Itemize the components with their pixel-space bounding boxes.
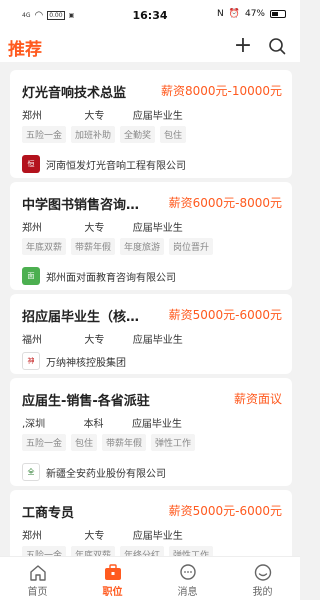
company-name: 新疆全安药业股份有限公司 xyxy=(46,468,166,480)
job-title: 灯光音响技术总监 xyxy=(22,86,127,101)
salary: 薪资5000元-6000元 xyxy=(168,308,282,322)
job-card[interactable]: 应届生-销售-各省派驻 薪资面议 ,深圳 本科 应届毕业生 五险一金 包住 带薪… xyxy=(10,378,292,486)
company-logo: 面 xyxy=(22,267,40,285)
education: 本科 xyxy=(83,419,104,430)
tab-label: 首页 xyxy=(27,587,48,598)
job-list: 灯光音响技术总监 薪资8000元-10000元 郑州 大专 应届毕业生 五险一金… xyxy=(0,64,300,556)
benefit-tag: 弹性工作 xyxy=(169,546,214,556)
benefit-tag: 岗位晋升 xyxy=(169,238,214,255)
benefit-tag: 年底双薪 xyxy=(22,238,67,255)
benefit-tag: 弹性工作 xyxy=(151,434,196,451)
profile-icon xyxy=(253,563,273,581)
benefit-tag: 年度旅游 xyxy=(120,238,165,255)
job-title: 招应届毕业生（核… xyxy=(22,310,140,325)
benefit-tag: 包住 xyxy=(160,126,187,143)
salary: 薪资5000元-6000元 xyxy=(168,504,282,518)
tab-label: 消息 xyxy=(177,587,198,598)
tab-label: 我的 xyxy=(252,587,273,598)
company-logo: 神 xyxy=(22,352,40,370)
education: 大专 xyxy=(84,111,105,122)
salary: 薪资6000元-8000元 xyxy=(168,196,282,210)
experience: 应届毕业生 xyxy=(132,531,183,542)
battery-label: 47% xyxy=(244,9,265,19)
job-card[interactable]: 中学图书销售咨询… 薪资6000元-8000元 郑州 大专 应届毕业生 年底双薪… xyxy=(10,182,292,290)
job-title: 中学图书销售咨询… xyxy=(22,198,140,213)
benefit-tag: 五险一金 xyxy=(22,126,67,143)
status-right: N ⏰ 47% xyxy=(217,9,286,19)
benefit-tag: 带薪年假 xyxy=(102,434,147,451)
company-row: 神 万纳神核控股集团 xyxy=(22,352,126,370)
tag-list: 五险一金 加班补助 全勤奖 包住 xyxy=(22,126,187,143)
search-icon[interactable] xyxy=(266,35,288,57)
job-meta: 福州 大专 应届毕业生 xyxy=(22,331,183,346)
salary: 薪资面议 xyxy=(233,392,282,406)
company-row: 全 新疆全安药业股份有限公司 xyxy=(22,463,166,481)
company-logo: 恒 xyxy=(22,155,40,173)
page-title: 推荐 xyxy=(8,40,42,60)
benefit-tag: 年底双薪 xyxy=(71,546,116,556)
job-meta: 郑州 大专 应届毕业生 xyxy=(22,527,183,542)
company-row: 面 郑州面对面教育咨询有限公司 xyxy=(22,267,176,285)
job-meta: ,深圳 本科 应届毕业生 xyxy=(22,415,182,430)
location: 郑州 xyxy=(22,223,42,234)
job-meta: 郑州 大专 应届毕业生 xyxy=(22,107,183,122)
job-meta: 郑州 大专 应届毕业生 xyxy=(22,219,183,234)
top-bar: 推荐 + xyxy=(0,32,300,62)
tab-home[interactable]: 首页 xyxy=(0,557,75,600)
salary: 薪资8000元-10000元 xyxy=(160,84,282,98)
tag-list: 五险一金 包住 带薪年假 弹性工作 xyxy=(22,434,196,451)
benefit-tag: 全勤奖 xyxy=(120,126,156,143)
company-row: 恒 河南恒发灯光音响工程有限公司 xyxy=(22,155,186,173)
tab-jobs[interactable]: 职位 xyxy=(75,557,150,600)
plus-icon[interactable]: + xyxy=(232,35,254,57)
alarm-icon: ⏰ xyxy=(228,9,240,19)
job-title: 工商专员 xyxy=(22,506,75,521)
location: 福州 xyxy=(22,335,42,346)
location: ,深圳 xyxy=(22,419,46,430)
tab-messages[interactable]: 消息 xyxy=(150,557,225,600)
tab-profile[interactable]: 我的 xyxy=(225,557,300,600)
benefit-tag: 加班补助 xyxy=(71,126,116,143)
benefit-tag: 包住 xyxy=(71,434,98,451)
tab-label: 职位 xyxy=(102,587,123,598)
job-title: 应届生-销售-各省派驻 xyxy=(22,394,150,409)
company-logo: 全 xyxy=(22,463,40,481)
battery-icon xyxy=(270,10,286,18)
job-card[interactable]: 灯光音响技术总监 薪资8000元-10000元 郑州 大专 应届毕业生 五险一金… xyxy=(10,70,292,178)
tag-list: 五险一金 年底双薪 年终分红 弹性工作 xyxy=(22,546,214,556)
location: 郑州 xyxy=(22,111,42,122)
benefit-tag: 带薪年假 xyxy=(71,238,116,255)
benefit-tag: 五险一金 xyxy=(22,434,67,451)
experience: 应届毕业生 xyxy=(132,223,183,234)
experience: 应届毕业生 xyxy=(132,335,183,346)
nfc-icon: N xyxy=(217,9,224,19)
company-name: 河南恒发灯光音响工程有限公司 xyxy=(46,160,186,172)
company-name: 万纳神核控股集团 xyxy=(46,357,126,369)
education: 大专 xyxy=(84,223,105,234)
benefit-tag: 五险一金 xyxy=(22,546,67,556)
benefit-tag: 年终分红 xyxy=(120,546,165,556)
status-bar: 4G ◠ 0.00 ▣ 16:34 N ⏰ 47% xyxy=(0,0,300,32)
bottom-tab-bar: 首页 职位 消息 我的 xyxy=(0,556,300,600)
job-card[interactable]: 招应届毕业生（核… 薪资5000元-6000元 福州 大专 应届毕业生 神 万纳… xyxy=(10,294,292,374)
experience: 应届毕业生 xyxy=(132,111,183,122)
job-card[interactable]: 工商专员 薪资5000元-6000元 郑州 大专 应届毕业生 五险一金 年底双薪… xyxy=(10,490,292,556)
message-icon xyxy=(178,563,198,581)
home-icon xyxy=(28,563,48,581)
tag-list: 年底双薪 带薪年假 年度旅游 岗位晋升 xyxy=(22,238,214,255)
experience: 应届毕业生 xyxy=(131,419,182,430)
location: 郑州 xyxy=(22,531,42,542)
briefcase-icon xyxy=(103,563,123,581)
company-name: 郑州面对面教育咨询有限公司 xyxy=(46,272,176,284)
education: 大专 xyxy=(84,531,105,542)
education: 大专 xyxy=(84,335,105,346)
